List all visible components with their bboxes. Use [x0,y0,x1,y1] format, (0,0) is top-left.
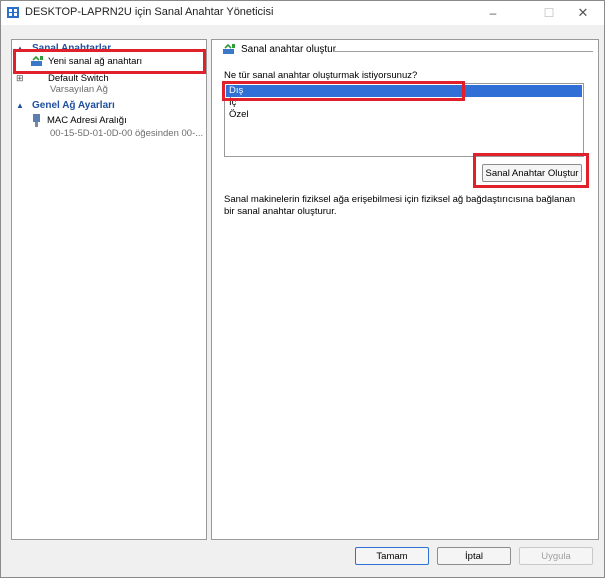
highlight-box-create-button [473,153,589,188]
switch-type-question: Ne tür sanal anahtar oluşturmak istiyors… [224,70,418,81]
expand-plus-icon[interactable]: ⊞ [16,73,24,84]
close-button[interactable]: ✕ [561,1,605,25]
option-private[interactable]: Özel [226,109,582,121]
window-title: DESKTOP-LAPRN2U için Sanal Anahtar Yönet… [25,6,274,18]
apply-button[interactable]: Uygula [519,547,593,565]
highlight-box-new-switch [13,49,206,74]
nic-icon [33,114,40,127]
mac-range-sub: 00-15-5D-01-0D-00 öğesinden 00-... [50,128,204,139]
title-divider [333,51,593,52]
maximize-icon: ☐ [543,6,555,20]
network-switch-icon [223,44,235,54]
tree-item-mac-range[interactable]: MAC Adresi Aralığı [32,114,127,127]
hyperv-app-icon [7,7,19,18]
panel-title: Sanal anahtar oluştur [222,44,336,55]
panel-title-label: Sanal anahtar oluştur [241,44,337,55]
section-global-network-settings[interactable]: ▲ Genel Ağ Ayarları [16,98,115,112]
detail-panel: Sanal anahtar oluştur Ne tür sanal anaht… [211,39,599,540]
section-global-label: Genel Ağ Ayarları [32,99,115,111]
minimize-icon: – [489,6,497,20]
cancel-button[interactable]: İptal [437,547,511,565]
highlight-box-external-option [222,81,465,101]
default-switch-sub: Varsayılan Ağ [50,84,108,95]
mac-range-name: MAC Adresi Aralığı [47,115,127,126]
collapse-chevron-icon: ▲ [16,100,24,110]
minimize-button[interactable]: – [471,1,515,25]
virtual-switch-manager-window: DESKTOP-LAPRN2U için Sanal Anahtar Yönet… [0,0,605,578]
close-icon: ✕ [577,5,589,20]
title-bar[interactable]: DESKTOP-LAPRN2U için Sanal Anahtar Yönet… [1,1,604,25]
default-switch-name: Default Switch [48,73,109,84]
switch-type-description: Sanal makinelerin fiziksel ağa erişebilm… [224,194,576,217]
tree-item-default-switch[interactable]: Default Switch [48,73,109,84]
navigation-tree: ▲ Sanal Anahtarlar Yeni sanal ağ anahtar… [11,39,207,540]
ok-button[interactable]: Tamam [355,547,429,565]
